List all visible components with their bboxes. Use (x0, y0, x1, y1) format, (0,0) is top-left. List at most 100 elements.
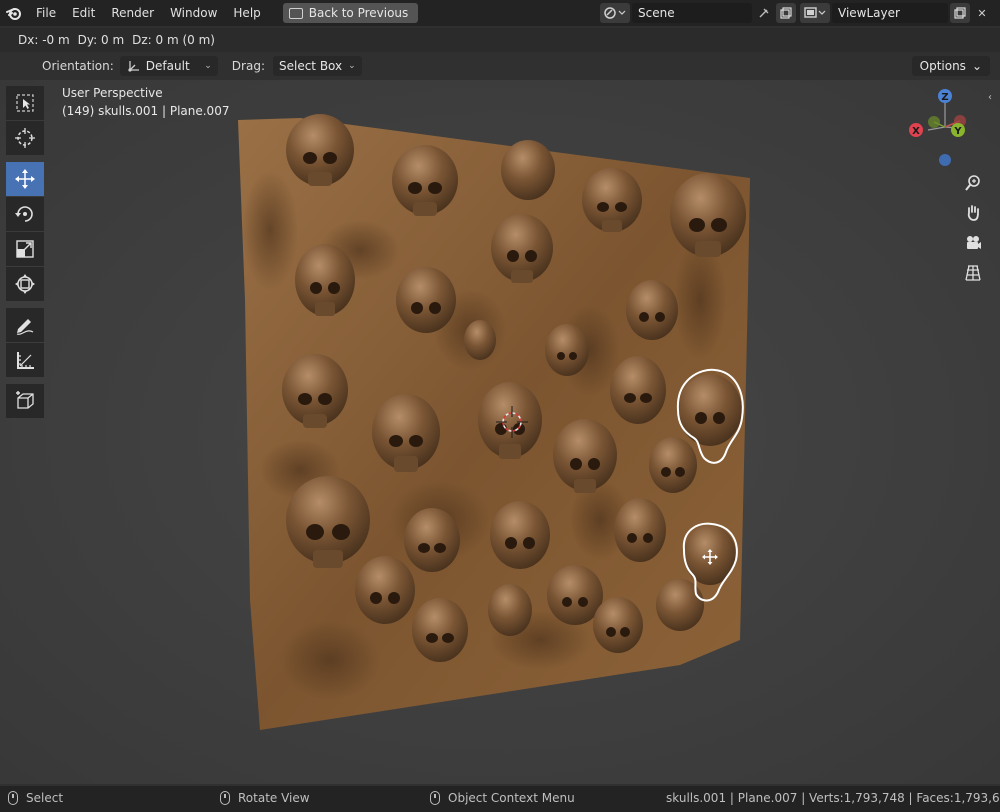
ortho-toggle-button[interactable] (960, 260, 986, 286)
status-select: Select (8, 791, 63, 805)
menu-file[interactable]: File (28, 0, 64, 26)
navigation-gizmo[interactable]: Z X Y (900, 86, 990, 176)
skull (626, 280, 678, 340)
orientation-icon (128, 61, 139, 72)
view-layer-selector: ViewLayer ✕ (800, 3, 992, 23)
status-select-label: Select (26, 791, 64, 805)
camera-view-button[interactable] (960, 230, 986, 256)
scene-type-dropdown[interactable] (600, 3, 630, 23)
delta-x-readout: Dx: -0 m (18, 33, 70, 47)
skull-selected (678, 374, 742, 446)
screen-icon (288, 7, 303, 19)
skull (610, 356, 666, 424)
skull (649, 437, 697, 493)
pan-button[interactable] (960, 200, 986, 226)
scene-selector: Scene ✕ (600, 3, 818, 23)
move-icon (15, 169, 35, 189)
pin-icon[interactable] (754, 3, 774, 23)
mouse-middle-icon (220, 791, 230, 805)
transform-tool[interactable] (6, 267, 44, 301)
annotate-tool[interactable] (6, 308, 44, 342)
axis-neg-y-icon[interactable] (928, 116, 940, 128)
skull (488, 584, 532, 636)
rotate-tool[interactable] (6, 197, 44, 231)
status-rotate-label: Rotate View (238, 791, 310, 805)
measure-icon (17, 352, 34, 369)
skull (545, 324, 589, 376)
chevron-down-icon: ⌄ (971, 59, 982, 73)
skull (396, 267, 456, 333)
status-context: Object Context Menu (430, 791, 575, 805)
collapse-arrow-icon[interactable]: ‹ (988, 92, 992, 103)
drag-value: Select Box (278, 59, 343, 73)
chevron-down-icon: ⌄ (204, 61, 212, 71)
status-rotate: Rotate View (220, 791, 310, 805)
tool-shelf (6, 86, 44, 419)
axis-x-label: X (912, 126, 920, 137)
close-view-layer-icon[interactable]: ✕ (972, 3, 992, 23)
select-box-tool[interactable] (6, 86, 44, 120)
axis-z-label: Z (941, 92, 948, 103)
chevron-down-icon: ⌄ (348, 61, 356, 71)
skull (464, 320, 496, 360)
view-layer-dropdown[interactable] (800, 3, 830, 23)
options-dropdown[interactable]: Options ⌄ (911, 56, 990, 76)
cursor-icon (15, 128, 35, 148)
status-bar: Select Rotate View Object Context Menu s… (0, 786, 1000, 812)
axis-neg-z-icon[interactable] (939, 154, 951, 166)
skull (670, 173, 746, 257)
skull (593, 597, 643, 653)
options-label: Options (919, 59, 966, 73)
add-cube-tool[interactable] (6, 384, 44, 418)
skull (404, 508, 460, 572)
drag-dropdown[interactable]: Select Box ⌄ (272, 56, 362, 76)
scene-icon (604, 7, 626, 19)
back-to-previous-button[interactable]: Back to Previous (282, 3, 419, 23)
zoom-icon (965, 175, 980, 191)
orientation-dropdown[interactable]: Default ⌄ (119, 56, 218, 76)
delta-y-readout: Dy: 0 m (77, 33, 125, 47)
back-to-previous-label: Back to Previous (308, 6, 409, 20)
skull (286, 114, 354, 186)
orientation-value: Default (145, 59, 190, 73)
annotate-icon (16, 319, 34, 335)
scale-icon (16, 240, 34, 258)
new-view-layer-icon[interactable] (950, 3, 970, 23)
select-box-icon (16, 94, 34, 112)
new-scene-icon[interactable] (776, 3, 796, 23)
menu-edit[interactable]: Edit (64, 0, 103, 26)
mouse-left-icon (8, 791, 18, 805)
status-context-label: Object Context Menu (448, 791, 575, 805)
view-name: User Perspective (62, 86, 163, 100)
measure-tool[interactable] (6, 343, 44, 377)
scene-statistics-text: skulls.001 | Plane.007 | Verts:1,793,748… (666, 791, 1000, 805)
skull (614, 498, 666, 562)
scale-tool[interactable] (6, 232, 44, 266)
camera-icon (967, 236, 981, 249)
move-tool[interactable] (6, 162, 44, 196)
skull (355, 556, 415, 624)
menu-window[interactable]: Window (162, 0, 225, 26)
skull (501, 140, 555, 200)
hand-icon (967, 205, 979, 221)
zoom-button[interactable] (960, 170, 986, 196)
object-info: (149) skulls.001 | Plane.007 (62, 104, 230, 118)
skull (295, 244, 355, 316)
skull (582, 168, 642, 232)
view-layer-icon (804, 7, 826, 18)
scene-name-field[interactable]: Scene (632, 3, 752, 23)
scene-statistics: skulls.001 | Plane.007 | Verts:1,793,748… (666, 791, 1000, 805)
skull (656, 579, 704, 631)
blender-logo-icon[interactable] (0, 0, 28, 26)
top-menu-bar: File Edit Render Window Help Back to Pre… (0, 0, 1000, 26)
delta-z-readout: Dz: 0 m (0 m) (132, 33, 215, 47)
skull-wall-mesh[interactable] (0, 80, 1000, 784)
cursor-tool[interactable] (6, 121, 44, 155)
menu-render[interactable]: Render (103, 0, 162, 26)
menu-help[interactable]: Help (225, 0, 268, 26)
transform-readout: Dx: -0 m Dy: 0 m Dz: 0 m (0 m) (0, 28, 1000, 52)
orientation-label: Orientation: (42, 59, 114, 73)
grid-icon (965, 265, 981, 281)
rotate-icon (15, 206, 33, 222)
view-layer-name-field[interactable]: ViewLayer (832, 3, 948, 23)
